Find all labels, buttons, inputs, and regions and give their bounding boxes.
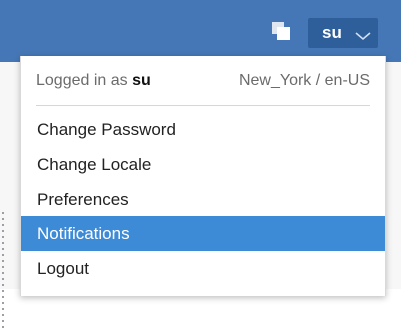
menu-item-logout[interactable]: Logout: [21, 251, 385, 286]
background-panel-left: [0, 62, 20, 332]
user-menu-button[interactable]: su: [308, 18, 378, 48]
user-dropdown-menu: Logged in as su New_York / en-US Change …: [20, 56, 386, 296]
logged-in-username: su: [132, 71, 151, 89]
copy-icon[interactable]: [270, 20, 292, 42]
dotted-divider: [2, 212, 4, 332]
menu-header: Logged in as su New_York / en-US: [36, 56, 370, 106]
background-panel-right: [386, 62, 401, 289]
menu-item-change-password[interactable]: Change Password: [21, 112, 385, 147]
logged-in-prefix: Logged in as: [36, 71, 133, 89]
menu-item-notifications[interactable]: Notifications: [21, 216, 385, 251]
menu-item-change-locale[interactable]: Change Locale: [21, 147, 385, 182]
locale-info: New_York / en-US: [238, 71, 370, 89]
user-menu-label: su: [322, 23, 342, 42]
logged-in-text: Logged in as su: [36, 72, 151, 90]
top-bar: su: [0, 0, 401, 62]
chevron-down-icon: [354, 27, 372, 47]
menu-item-preferences[interactable]: Preferences: [21, 182, 385, 217]
